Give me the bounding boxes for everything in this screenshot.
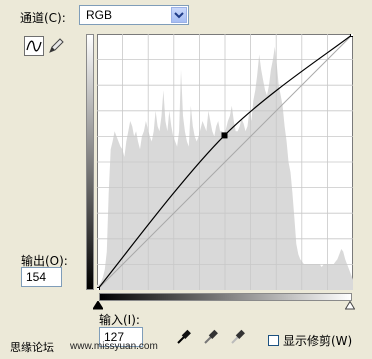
curve-tool-button[interactable] bbox=[24, 36, 44, 56]
pencil-icon bbox=[49, 38, 64, 53]
white-point-slider[interactable] bbox=[345, 301, 355, 310]
white-eyedropper-icon[interactable] bbox=[230, 327, 246, 345]
black-point-slider[interactable] bbox=[93, 301, 103, 310]
input-gradient-bar bbox=[99, 293, 352, 301]
watermark-forum: 思缘论坛 bbox=[10, 341, 54, 354]
gray-eyedropper-icon[interactable] bbox=[203, 327, 219, 345]
channel-select[interactable]: RGB bbox=[79, 5, 189, 25]
curve-graph[interactable] bbox=[97, 34, 353, 290]
show-clipping-option[interactable]: 显示修剪(W) bbox=[268, 332, 352, 349]
input-label: 输入(I): bbox=[99, 313, 140, 327]
output-field[interactable] bbox=[21, 267, 62, 287]
show-clipping-label: 显示修剪(W) bbox=[283, 334, 353, 348]
watermark-url: www.missyuan.com bbox=[70, 341, 158, 352]
curve-control-point[interactable] bbox=[221, 132, 228, 139]
curve-tool-icon bbox=[26, 40, 42, 52]
curve-control-point[interactable] bbox=[97, 287, 100, 291]
output-gradient-bar bbox=[86, 34, 94, 290]
chevron-down-icon[interactable] bbox=[171, 7, 187, 23]
black-eyedropper-icon[interactable] bbox=[176, 327, 192, 345]
pencil-tool-button[interactable] bbox=[47, 37, 65, 55]
curve-control-point[interactable] bbox=[350, 34, 354, 37]
channel-value: RGB bbox=[86, 8, 113, 22]
show-clipping-checkbox[interactable] bbox=[268, 335, 279, 346]
channel-label: 通道(C): bbox=[20, 11, 66, 25]
